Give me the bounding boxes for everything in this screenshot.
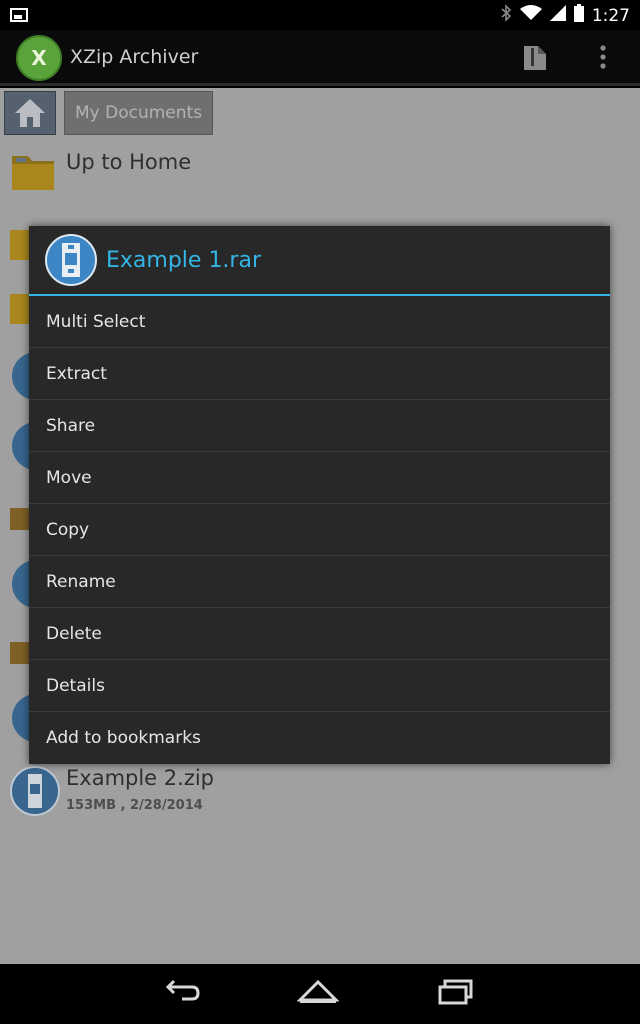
dialog-title: Example 1.rar xyxy=(106,248,261,273)
context-menu-dialog: Example 1.rar Multi Select Extract Share… xyxy=(29,226,610,764)
battery-icon xyxy=(573,4,584,27)
menu-item-extract[interactable]: Extract xyxy=(29,348,610,400)
status-time: 1:27 xyxy=(591,5,630,26)
menu-item-multi-select[interactable]: Multi Select xyxy=(29,296,610,348)
action-bar: X XZip Archiver xyxy=(0,30,640,86)
menu-item-details[interactable]: Details xyxy=(29,660,610,712)
signal-icon xyxy=(549,5,566,26)
overflow-menu-icon[interactable] xyxy=(598,44,608,76)
home-nav-icon[interactable] xyxy=(296,978,340,1010)
menu-item-move[interactable]: Move xyxy=(29,452,610,504)
menu-item-copy[interactable]: Copy xyxy=(29,504,610,556)
wifi-icon xyxy=(519,5,542,26)
app-title: XZip Archiver xyxy=(70,46,199,68)
menu-item-rename[interactable]: Rename xyxy=(29,556,610,608)
status-bar: 1:27 xyxy=(0,0,640,30)
status-icons: 1:27 xyxy=(500,4,630,27)
menu-item-delete[interactable]: Delete xyxy=(29,608,610,660)
menu-list: Multi Select Extract Share Move Copy Ren… xyxy=(29,296,610,764)
back-icon[interactable] xyxy=(164,978,202,1010)
recent-apps-icon[interactable] xyxy=(437,978,475,1010)
rar-file-icon xyxy=(45,234,97,286)
screenshot-notification-icon xyxy=(10,7,28,26)
menu-item-share[interactable]: Share xyxy=(29,400,610,452)
navigation-bar xyxy=(0,964,640,1024)
dialog-header: Example 1.rar xyxy=(29,226,610,296)
menu-item-add-to-bookmarks[interactable]: Add to bookmarks xyxy=(29,712,610,764)
app-logo-icon[interactable]: X xyxy=(16,35,62,81)
app-logo-letter: X xyxy=(31,46,47,70)
bluetooth-icon xyxy=(500,4,512,27)
archive-action-icon[interactable] xyxy=(522,44,548,76)
